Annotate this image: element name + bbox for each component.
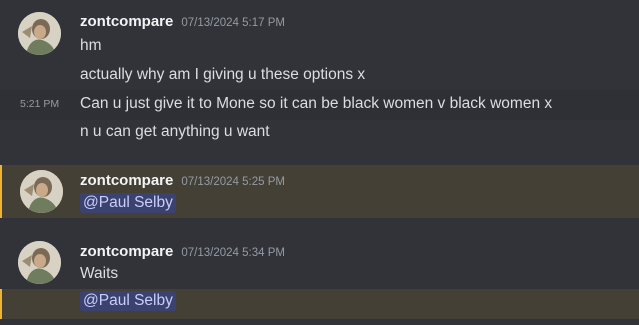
user-avatar[interactable]	[18, 12, 61, 55]
message-row-hovered[interactable]: 5:21 PM Can u just give it to Mone so it…	[0, 90, 639, 120]
hover-timestamp: 5:21 PM	[20, 98, 60, 110]
avatar-image	[20, 170, 63, 213]
username[interactable]: zontcompare	[80, 172, 173, 189]
user-mention[interactable]: @Paul Selby	[80, 291, 176, 311]
message-timestamp: 07/13/2024 5:17 PM	[181, 17, 285, 29]
message-header: zontcompare 07/13/2024 5:17 PM	[80, 13, 285, 30]
message-text: actually why am I giving u these options…	[80, 66, 366, 83]
message-group: zontcompare 07/13/2024 5:34 PM Waits	[0, 233, 639, 289]
user-avatar[interactable]	[18, 241, 61, 284]
message-content: @Paul Selby	[80, 193, 176, 213]
message-content: @Paul Selby	[80, 291, 176, 311]
user-mention[interactable]: @Paul Selby	[80, 193, 176, 213]
message-text: Waits	[80, 265, 119, 282]
username[interactable]: zontcompare	[80, 243, 173, 260]
user-avatar[interactable]	[20, 170, 63, 213]
message-header: zontcompare 07/13/2024 5:25 PM	[80, 172, 285, 189]
message-timestamp: 07/13/2024 5:34 PM	[181, 247, 285, 259]
chat-message-list: zontcompare 07/13/2024 5:17 PM hm actual…	[0, 0, 639, 325]
message-header: zontcompare 07/13/2024 5:34 PM	[80, 243, 285, 260]
message-row: n u can get anything u want	[0, 120, 639, 150]
message-text: Can u just give it to Mone so it can be …	[80, 95, 553, 112]
message-text: hm	[80, 37, 102, 54]
message-row-mention: @Paul Selby	[0, 289, 639, 319]
message-text: n u can get anything u want	[80, 123, 270, 140]
message-group-mention: zontcompare 07/13/2024 5:25 PM @Paul Sel…	[0, 165, 639, 218]
username[interactable]: zontcompare	[80, 13, 173, 30]
avatar-image	[18, 241, 61, 284]
message-timestamp: 07/13/2024 5:25 PM	[181, 176, 285, 188]
avatar-image	[18, 12, 61, 55]
